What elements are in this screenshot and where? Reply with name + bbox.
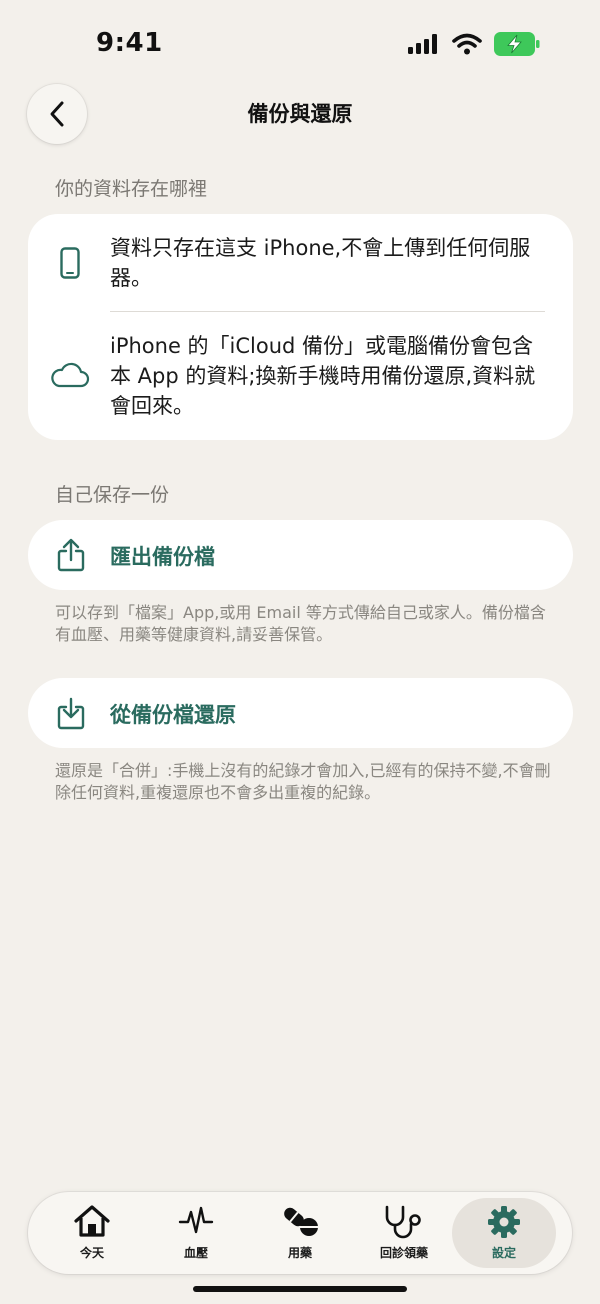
tab-label: 回診領藥: [379, 1246, 428, 1260]
tab-clinic-refill[interactable]: 回診領藥: [352, 1198, 456, 1268]
section-header-storage: 你的資料存在哪裡: [55, 178, 208, 200]
status-icons: [408, 32, 540, 56]
pills-icon: [284, 1207, 318, 1236]
info-text-local: 資料只存在這支 iPhone,不會上傳到任何伺服器。: [110, 236, 531, 290]
gear-icon: [488, 1206, 520, 1238]
storage-info-card: 資料只存在這支 iPhone,不會上傳到任何伺服器。 iPhone 的「iClo…: [28, 214, 573, 440]
iphone-icon: [60, 247, 80, 279]
page-title: 備份與還原: [247, 102, 353, 126]
restore-backup-button[interactable]: 從備份檔還原: [28, 678, 573, 748]
info-row-local: 資料只存在這支 iPhone,不會上傳到任何伺服器。: [28, 214, 573, 311]
restore-backup-label: 從備份檔還原: [110, 703, 236, 727]
status-bar: 9:41: [0, 0, 600, 88]
tab-medication[interactable]: 用藥: [248, 1198, 352, 1268]
home-indicator: [193, 1286, 407, 1292]
tab-label: 血壓: [183, 1246, 208, 1260]
tab-bar: 今天 血壓 用藥 回診領藥 設定: [28, 1192, 572, 1274]
tab-blood-pressure[interactable]: 血壓: [144, 1198, 248, 1268]
tab-label: 今天: [79, 1246, 104, 1260]
export-backup-label: 匯出備份檔: [110, 545, 215, 569]
tab-label: 設定: [491, 1246, 516, 1260]
share-icon: [57, 538, 85, 572]
status-time: 9:41: [96, 28, 163, 58]
download-icon: [57, 697, 85, 730]
tab-label: 用藥: [287, 1246, 312, 1260]
info-row-icloud: iPhone 的「iCloud 備份」或電腦備份會包含本 App 的資料;換新手…: [28, 312, 573, 440]
section-header-backup: 自己保存一份: [55, 484, 170, 506]
heartbeat-icon: [178, 1206, 214, 1234]
wifi-icon: [452, 33, 482, 55]
stethoscope-icon: [385, 1205, 421, 1239]
tab-settings[interactable]: 設定: [452, 1198, 556, 1268]
tab-today[interactable]: 今天: [40, 1198, 144, 1268]
export-backup-button[interactable]: 匯出備份檔: [28, 520, 573, 590]
restore-footnote: 還原是「合併」:手機上沒有的紀錄才會加入,已經有的保持不變,不會刪除任何資料,重…: [55, 761, 551, 802]
battery-icon: [494, 32, 540, 56]
signal-icon: [408, 34, 437, 54]
export-footnote: 可以存到「檔案」App,或用 Email 等方式傳給自己或家人。備份檔含有血壓、…: [55, 603, 546, 644]
house-icon: [74, 1205, 110, 1237]
info-text-icloud: iPhone 的「iCloud 備份」或電腦備份會包含本 App 的資料;換新手…: [110, 334, 536, 418]
cloud-icon: [51, 362, 90, 388]
